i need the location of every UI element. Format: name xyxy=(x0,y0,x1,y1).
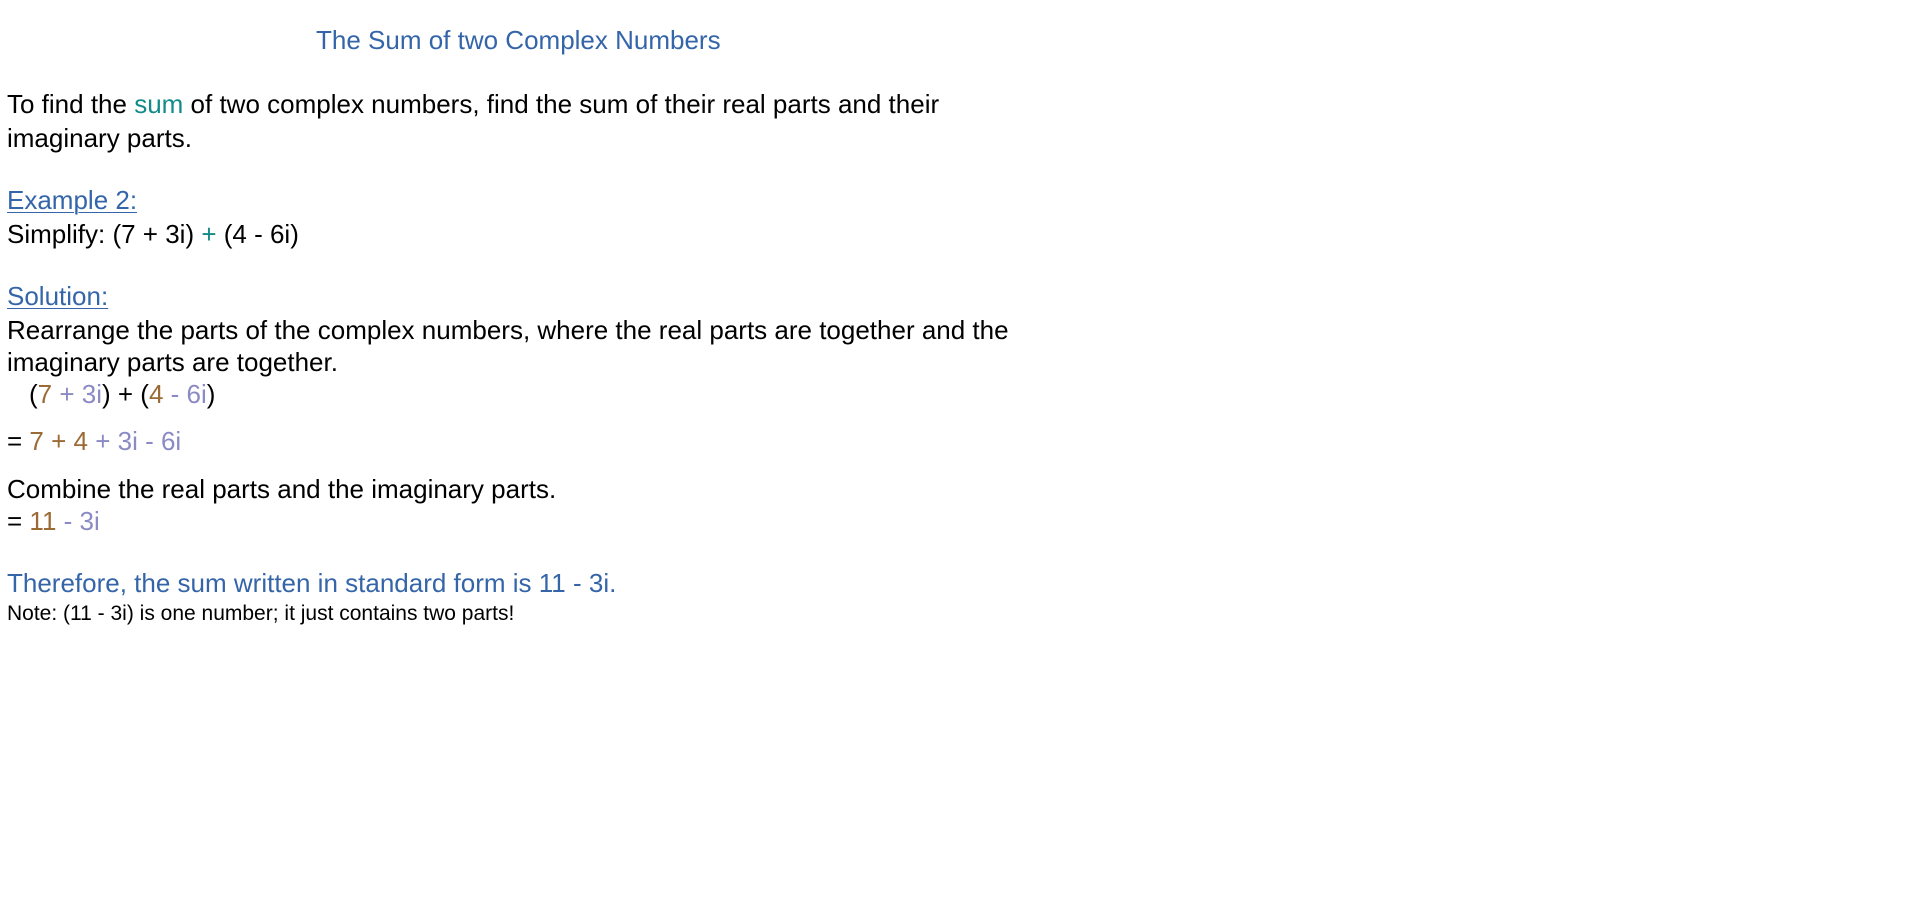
expr3-imag: - 3i xyxy=(56,506,100,536)
example-suffix: (4 - 6i) xyxy=(216,219,299,249)
expr1-real-1: 7 xyxy=(37,379,53,409)
expr1-imag-2: - 6i xyxy=(163,379,207,409)
page-title: The Sum of two Complex Numbers xyxy=(316,25,721,55)
intro-sum-keyword: sum xyxy=(134,89,184,119)
expr3-real: 11 xyxy=(29,506,57,536)
expr1-real-2: 4 xyxy=(148,379,164,409)
expr3-equals: = xyxy=(7,506,30,536)
expr2-equals: = xyxy=(7,426,30,456)
note-text: Note: (11 - 3i) is one number; it just c… xyxy=(7,602,515,625)
intro-text-b: of two complex numbers, find the sum of … xyxy=(183,89,940,119)
conclusion-text: Therefore, the sum written in standard f… xyxy=(7,568,617,598)
intro-text-a: To find the xyxy=(7,89,135,119)
expression-result: = 11 - 3i xyxy=(7,506,100,536)
example-plus: + xyxy=(201,219,217,249)
solution-line-1: Rearrange the parts of the complex numbe… xyxy=(7,315,1009,345)
combine-instruction: Combine the real parts and the imaginary… xyxy=(7,474,557,504)
intro-line-1: To find the sum of two complex numbers, … xyxy=(7,89,939,119)
expression-rearranged: (7 + 3i) + (4 - 6i) xyxy=(29,379,215,409)
expr1-open: ( xyxy=(29,379,38,409)
expr1-imag-1: + 3i xyxy=(52,379,103,409)
example-problem: Simplify: (7 + 3i) + (4 - 6i) xyxy=(7,219,299,249)
intro-line-2: imaginary parts. xyxy=(7,123,192,153)
solution-line-2: imaginary parts are together. xyxy=(7,347,338,377)
expr1-close: ) xyxy=(206,379,216,409)
expression-grouped: = 7 + 4 + 3i - 6i xyxy=(7,426,181,456)
expr1-mid: ) + ( xyxy=(102,379,149,409)
example-heading: Example 2: xyxy=(7,185,138,215)
example-prefix: Simplify: (7 + 3i) xyxy=(7,219,202,249)
expr2-reals: 7 + 4 xyxy=(29,426,88,456)
solution-heading: Solution: xyxy=(7,281,109,311)
expr2-imags: + 3i - 6i xyxy=(87,426,182,456)
